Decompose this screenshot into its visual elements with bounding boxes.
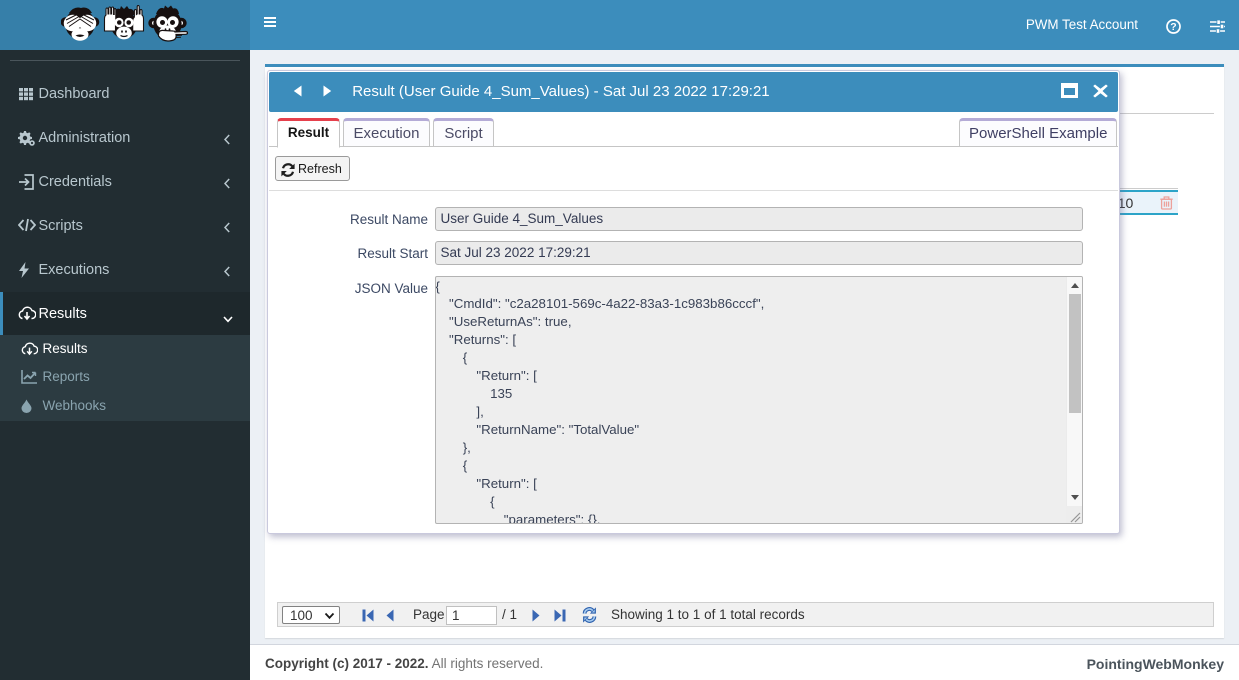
svg-text:?: ? [1170, 21, 1176, 33]
